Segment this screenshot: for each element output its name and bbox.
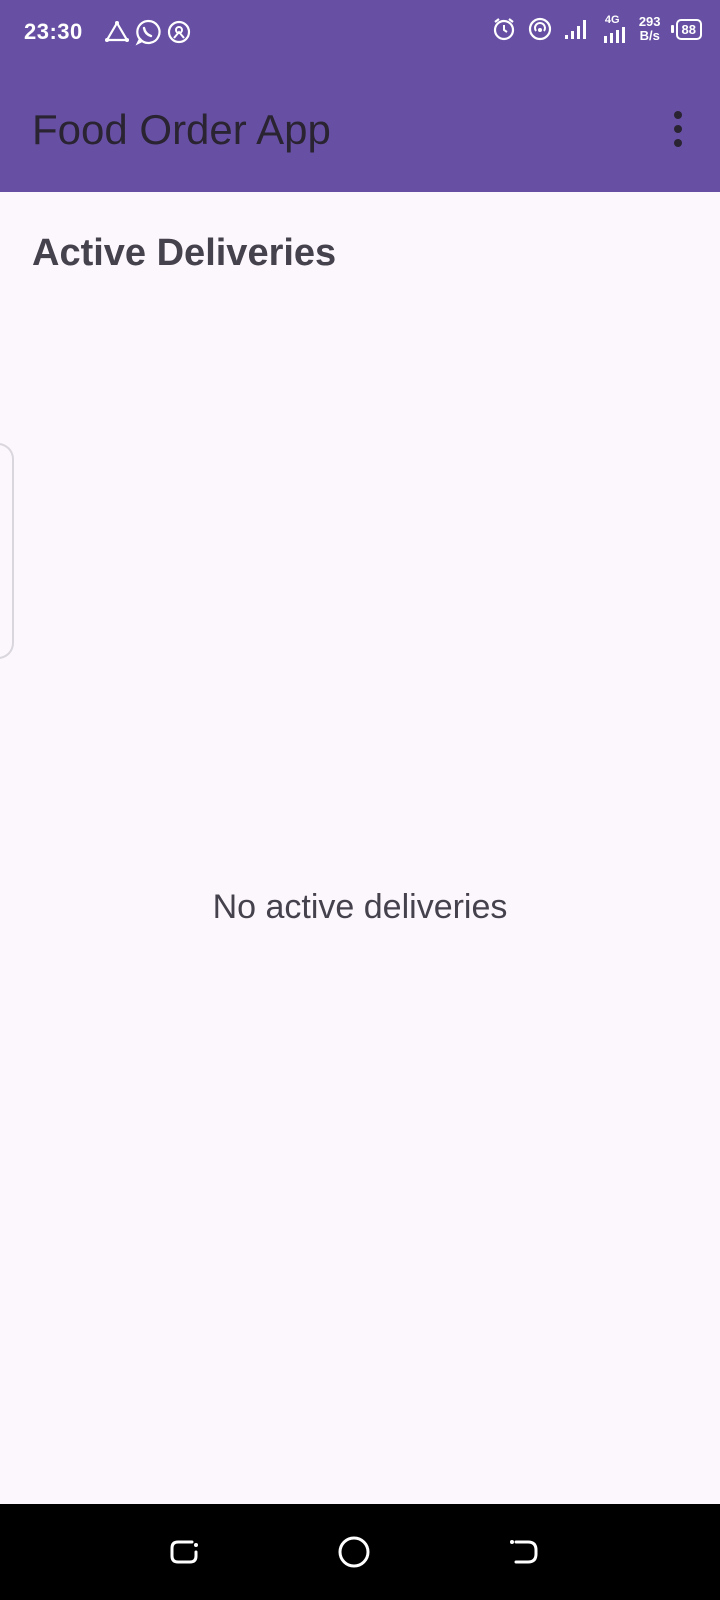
status-time: 23:30 bbox=[24, 19, 83, 44]
alarm-icon bbox=[493, 18, 514, 41]
navigation-bar bbox=[0, 1504, 720, 1600]
edge-panel-handle[interactable] bbox=[0, 443, 14, 659]
app-title: Food Order App bbox=[32, 106, 331, 153]
back-icon[interactable] bbox=[504, 1532, 544, 1572]
more-vert-icon[interactable] bbox=[658, 104, 698, 154]
location-app-icon bbox=[167, 20, 191, 44]
battery-level: 88 bbox=[675, 18, 702, 40]
empty-state-message: No active deliveries bbox=[212, 888, 508, 926]
home-icon[interactable] bbox=[334, 1532, 374, 1572]
section-title: Active Deliveries bbox=[32, 232, 337, 274]
notification-icons bbox=[104, 18, 192, 46]
network-speed: 293 B/s bbox=[639, 15, 661, 43]
system-status-icons: 4G 293 B/s 88 bbox=[491, 14, 702, 44]
signal-icon bbox=[564, 20, 586, 39]
whatsapp-icon bbox=[135, 19, 161, 46]
hotspot-icon bbox=[528, 17, 551, 41]
speed-unit: B/s bbox=[639, 28, 660, 43]
status-bar: 23:30 4G 293 B/s 88 bbox=[0, 0, 720, 66]
triangle-notification-icon bbox=[105, 20, 129, 42]
signal-4g-icon: 4G bbox=[601, 14, 629, 44]
network-type: 4G bbox=[604, 14, 620, 26]
speed-value: 293 bbox=[638, 14, 661, 29]
recents-icon[interactable] bbox=[164, 1532, 204, 1572]
battery-tip bbox=[670, 25, 674, 33]
battery-indicator: 88 bbox=[670, 18, 702, 40]
app-bar: Food Order App bbox=[0, 66, 720, 192]
